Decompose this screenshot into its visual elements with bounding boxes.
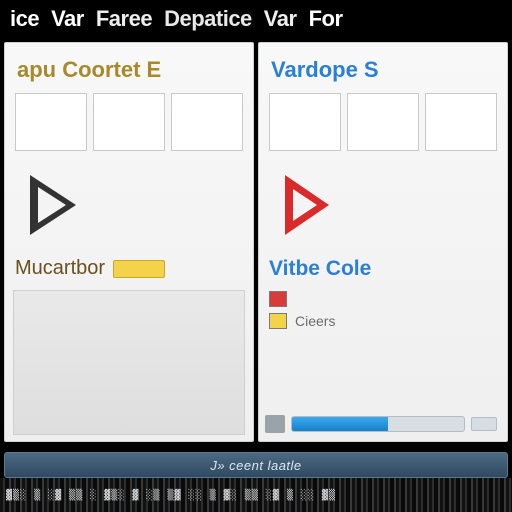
legend-row: Cieers <box>269 313 497 329</box>
titlebar-word-1: ice <box>4 6 45 32</box>
title-bar: ice Var Faree Depatice Var For <box>0 0 512 38</box>
panel-left-title: apu Coortet E <box>5 43 253 93</box>
thumb[interactable] <box>425 93 497 151</box>
status-bar[interactable]: J» ceent laatle <box>4 452 508 478</box>
panel-left: apu Coortet E Mucartbor <box>4 42 254 442</box>
thumb[interactable] <box>269 93 341 151</box>
progress-stub[interactable] <box>471 417 497 431</box>
badge[interactable] <box>113 260 165 278</box>
legend-row <box>269 291 497 307</box>
progress-fill <box>292 417 388 431</box>
progress-bar[interactable] <box>291 416 465 432</box>
progress-row <box>259 409 507 441</box>
panel-left-play-area <box>5 159 253 253</box>
thumb[interactable] <box>171 93 243 151</box>
panel-right-play-area <box>259 159 507 253</box>
thumb[interactable] <box>347 93 419 151</box>
titlebar-word-5: Var <box>258 6 303 32</box>
titlebar-word-3: Faree <box>90 6 158 32</box>
preview-area <box>13 290 245 435</box>
panel-left-midline: Mucartbor <box>5 253 253 284</box>
play-icon[interactable] <box>265 163 349 247</box>
timeline-noise: ▓▒░ ▒ ░▓ ▒▒ ░ ▓▒░ ▓ ░▒ ▒▓ ░░ ▒ ▓░ ▒▒ ░▓ … <box>6 490 336 501</box>
panel-right-midline: Vitbe Cole <box>259 253 507 285</box>
volume-icon[interactable] <box>265 415 285 433</box>
titlebar-word-2: Var <box>45 6 90 32</box>
panel-left-label: Mucartbor <box>15 257 105 280</box>
panel-right: Vardope S Vitbe Cole Cieers <box>258 42 508 442</box>
play-icon[interactable] <box>11 163 95 247</box>
panel-left-thumbs <box>5 93 253 159</box>
compare-panels: apu Coortet E Mucartbor Vardope S <box>0 38 512 442</box>
timeline-strip[interactable]: ▓▒░ ▒ ░▓ ▒▒ ░ ▓▒░ ▓ ░▒ ▒▓ ░░ ▒ ▓░ ▒▒ ░▓ … <box>0 478 512 512</box>
thumb[interactable] <box>93 93 165 151</box>
swatch-yellow-icon <box>269 313 287 329</box>
titlebar-word-6: For <box>303 6 349 32</box>
swatch-red-icon <box>269 291 287 307</box>
thumb[interactable] <box>15 93 87 151</box>
titlebar-word-4: Depatice <box>158 6 258 32</box>
panel-right-label: Vitbe Cole <box>269 257 371 281</box>
status-text: J» ceent laatle <box>210 458 301 473</box>
legend: Cieers <box>259 285 507 335</box>
panel-right-thumbs <box>259 93 507 159</box>
panel-right-title: Vardope S <box>259 43 507 93</box>
legend-label: Cieers <box>295 313 335 329</box>
